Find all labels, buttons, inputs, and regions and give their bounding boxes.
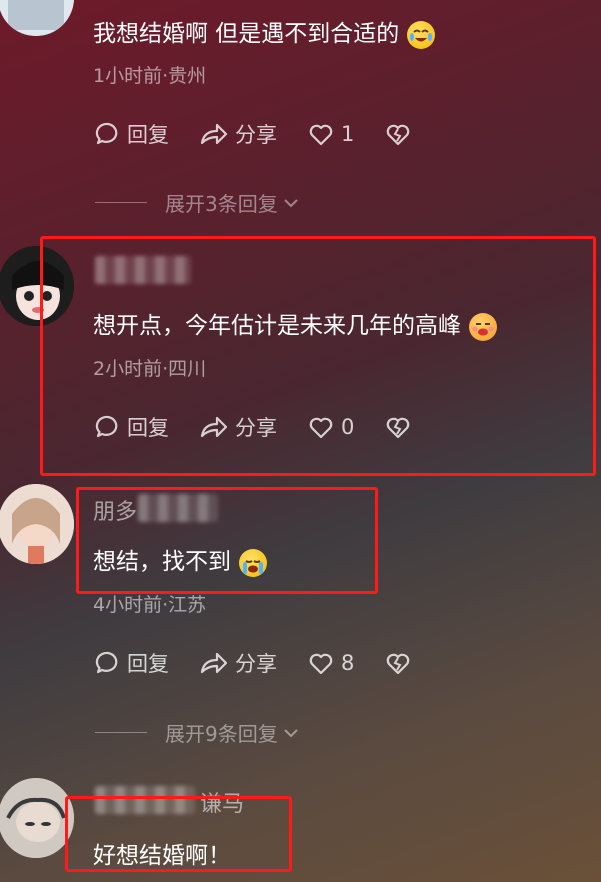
expand-replies-button[interactable]: 展开9条回复 bbox=[95, 718, 300, 747]
comment-bubble-icon bbox=[95, 122, 118, 145]
reply-button[interactable]: 回复 bbox=[95, 648, 169, 678]
share-button[interactable]: 分享 bbox=[199, 119, 277, 149]
photo-avatar-icon bbox=[0, 778, 74, 858]
comment-bubble-icon bbox=[95, 651, 118, 674]
highlight-box bbox=[40, 236, 596, 476]
avatar-image-icon bbox=[0, 0, 74, 36]
chevron-down-icon bbox=[284, 198, 298, 207]
heart-icon bbox=[309, 653, 333, 675]
comment-actions: 回复 分享 8 bbox=[95, 648, 448, 678]
avatar[interactable] bbox=[0, 484, 74, 564]
crying-laughing-emoji-icon bbox=[407, 20, 436, 49]
reply-button[interactable]: 回复 bbox=[95, 119, 169, 149]
divider-line bbox=[95, 732, 147, 733]
expand-replies-button[interactable]: 展开3条回复 bbox=[95, 188, 300, 217]
share-arrow-icon bbox=[200, 652, 228, 674]
dislike-button[interactable] bbox=[384, 650, 418, 676]
like-button[interactable]: 8 bbox=[307, 650, 354, 676]
share-arrow-icon bbox=[200, 123, 228, 145]
avatar[interactable] bbox=[0, 778, 74, 858]
broken-heart-icon bbox=[387, 124, 410, 146]
photo-avatar-icon bbox=[0, 484, 74, 564]
highlight-box bbox=[76, 487, 378, 594]
comment-actions: 回复 分享 1 bbox=[95, 119, 448, 149]
share-button[interactable]: 分享 bbox=[199, 648, 277, 678]
avatar[interactable] bbox=[0, 0, 74, 36]
comment-meta: 4小时前·江苏 bbox=[93, 594, 207, 616]
broken-heart-icon bbox=[387, 653, 410, 675]
dislike-button[interactable] bbox=[384, 121, 418, 147]
chevron-down-icon bbox=[284, 728, 298, 737]
comment-meta: 1小时前·贵州 bbox=[93, 65, 207, 87]
divider-line bbox=[95, 202, 147, 203]
like-button[interactable]: 1 bbox=[307, 121, 354, 147]
heart-icon bbox=[309, 124, 333, 146]
comment-text: 我想结婚啊 但是遇不到合适的 bbox=[93, 14, 436, 49]
highlight-box bbox=[65, 796, 292, 872]
